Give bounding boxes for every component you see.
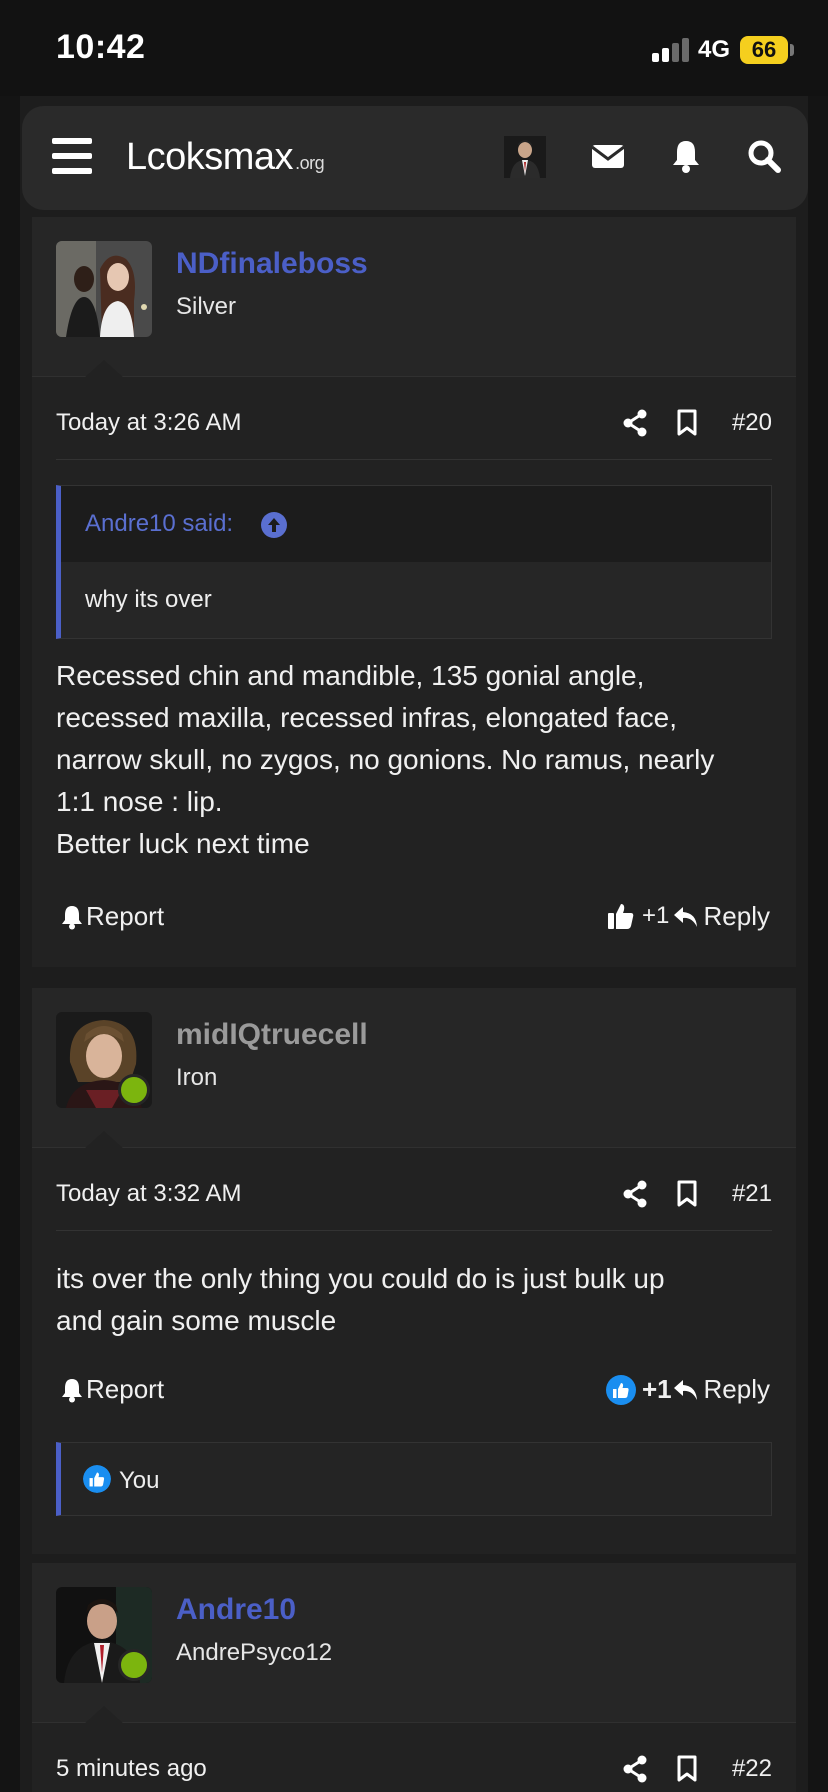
post-line: Recessed chin and mandible, 135 gonial a… — [56, 660, 645, 691]
post-number[interactable]: #21 — [732, 1180, 772, 1208]
like-badge-icon — [83, 1465, 111, 1493]
user-title: AndrePsyco12 — [176, 1639, 333, 1666]
bookmark-icon[interactable] — [676, 1755, 698, 1783]
quote-text: why its over — [85, 586, 212, 613]
report-label: Report — [86, 901, 165, 931]
post-date[interactable]: 5 minutes ago — [56, 1755, 207, 1783]
like-count: +1 — [642, 902, 670, 929]
share-icon[interactable] — [622, 1755, 648, 1783]
reactions-bar[interactable]: You — [56, 1442, 772, 1516]
thumbs-up-icon — [608, 904, 634, 929]
post-author-block: NDfinaleboss Silver — [32, 217, 796, 378]
bookmark-icon[interactable] — [676, 409, 698, 437]
reply-icon — [673, 906, 697, 927]
reply-button[interactable]: Reply — [672, 901, 770, 932]
online-indicator — [118, 1074, 150, 1106]
user-title: Iron — [176, 1064, 218, 1091]
share-icon[interactable] — [622, 1180, 648, 1208]
reply-icon — [673, 1379, 697, 1400]
post-author-block: midIQtruecell Iron — [32, 988, 796, 1149]
reactions-text: You — [119, 1467, 160, 1494]
quote-block: Andre10 said: why its over — [56, 485, 772, 639]
report-button[interactable]: Report — [60, 901, 164, 932]
post-number[interactable]: #22 — [732, 1755, 772, 1783]
quote-author[interactable]: Andre10 said: — [85, 510, 233, 538]
username[interactable]: NDfinaleboss — [176, 247, 368, 281]
post-date[interactable]: Today at 3:26 AM — [56, 409, 241, 437]
quote-content: why its over — [61, 562, 771, 638]
divider — [56, 1230, 772, 1231]
user-title: Silver — [176, 293, 237, 320]
post-21: midIQtruecell Iron Today at 3:32 AM #21 … — [32, 988, 796, 1554]
reply-button[interactable]: Reply — [672, 1374, 770, 1405]
like-button[interactable]: +1 — [606, 901, 669, 931]
site-logo[interactable]: Lcoksmax .org — [126, 136, 325, 179]
arrow-up-icon[interactable] — [261, 512, 287, 538]
post-22: Andre10 AndrePsyco12 5 minutes ago #22 — [32, 1563, 796, 1792]
reply-label: Reply — [703, 1374, 770, 1404]
post-line: 1:1 nose : lip. — [56, 786, 223, 817]
author-notch — [84, 1131, 124, 1149]
post-author-block: Andre10 AndrePsyco12 — [32, 1563, 796, 1724]
post-body: Recessed chin and mandible, 135 gonial a… — [56, 655, 772, 865]
author-notch — [84, 360, 124, 378]
bookmark-icon[interactable] — [676, 1180, 698, 1208]
menu-icon[interactable] — [52, 138, 92, 174]
post-meta: Today at 3:26 AM #20 — [56, 401, 772, 451]
post-20: NDfinaleboss Silver Today at 3:26 AM #20… — [32, 217, 796, 967]
top-navigation: Lcoksmax .org — [22, 106, 808, 210]
username[interactable]: midIQtruecell — [176, 1018, 368, 1052]
status-bar: 10:42 4G 66 — [0, 0, 828, 96]
author-notch — [84, 1706, 124, 1724]
network-type: 4G — [698, 36, 731, 63]
account-avatar[interactable] — [504, 136, 546, 178]
post-number[interactable]: #20 — [732, 409, 772, 437]
report-button[interactable]: Report — [60, 1374, 164, 1405]
bell-icon — [62, 1378, 82, 1402]
post-line: narrow skull, no zygos, no gonions. No r… — [56, 744, 715, 775]
divider — [56, 459, 772, 460]
bell-icon[interactable] — [666, 136, 706, 176]
mail-icon[interactable] — [588, 136, 628, 176]
post-line: and gain some muscle — [56, 1305, 337, 1336]
battery-tip — [790, 44, 794, 56]
post-line: recessed maxilla, recessed infras, elong… — [56, 702, 677, 733]
online-indicator — [118, 1649, 150, 1681]
status-time: 10:42 — [56, 28, 146, 66]
post-actions: Report +1 Reply — [56, 901, 772, 941]
like-count: +1 — [642, 1374, 672, 1404]
reply-label: Reply — [703, 901, 770, 931]
username[interactable]: Andre10 — [176, 1593, 296, 1627]
report-label: Report — [86, 1374, 165, 1404]
like-badge-icon — [606, 1374, 636, 1405]
quote-header: Andre10 said: — [61, 486, 771, 562]
post-actions: Report +1 Reply — [56, 1374, 772, 1414]
like-button[interactable]: +1 — [606, 1374, 672, 1405]
post-line: Better luck next time — [56, 828, 310, 859]
battery-indicator: 66 — [740, 36, 788, 64]
post-body: its over the only thing you could do is … — [56, 1258, 772, 1342]
signal-icon — [652, 38, 692, 62]
logo-suffix: .org — [295, 153, 325, 173]
post-line: its over the only thing you could do is … — [56, 1263, 665, 1294]
post-date[interactable]: Today at 3:32 AM — [56, 1180, 241, 1208]
post-meta: 5 minutes ago #22 — [56, 1747, 772, 1792]
avatar[interactable] — [56, 241, 152, 337]
bell-icon — [62, 905, 82, 929]
logo-text: Lcoksmax — [126, 136, 294, 178]
search-icon[interactable] — [744, 136, 784, 176]
post-meta: Today at 3:32 AM #21 — [56, 1172, 772, 1222]
share-icon[interactable] — [622, 409, 648, 437]
